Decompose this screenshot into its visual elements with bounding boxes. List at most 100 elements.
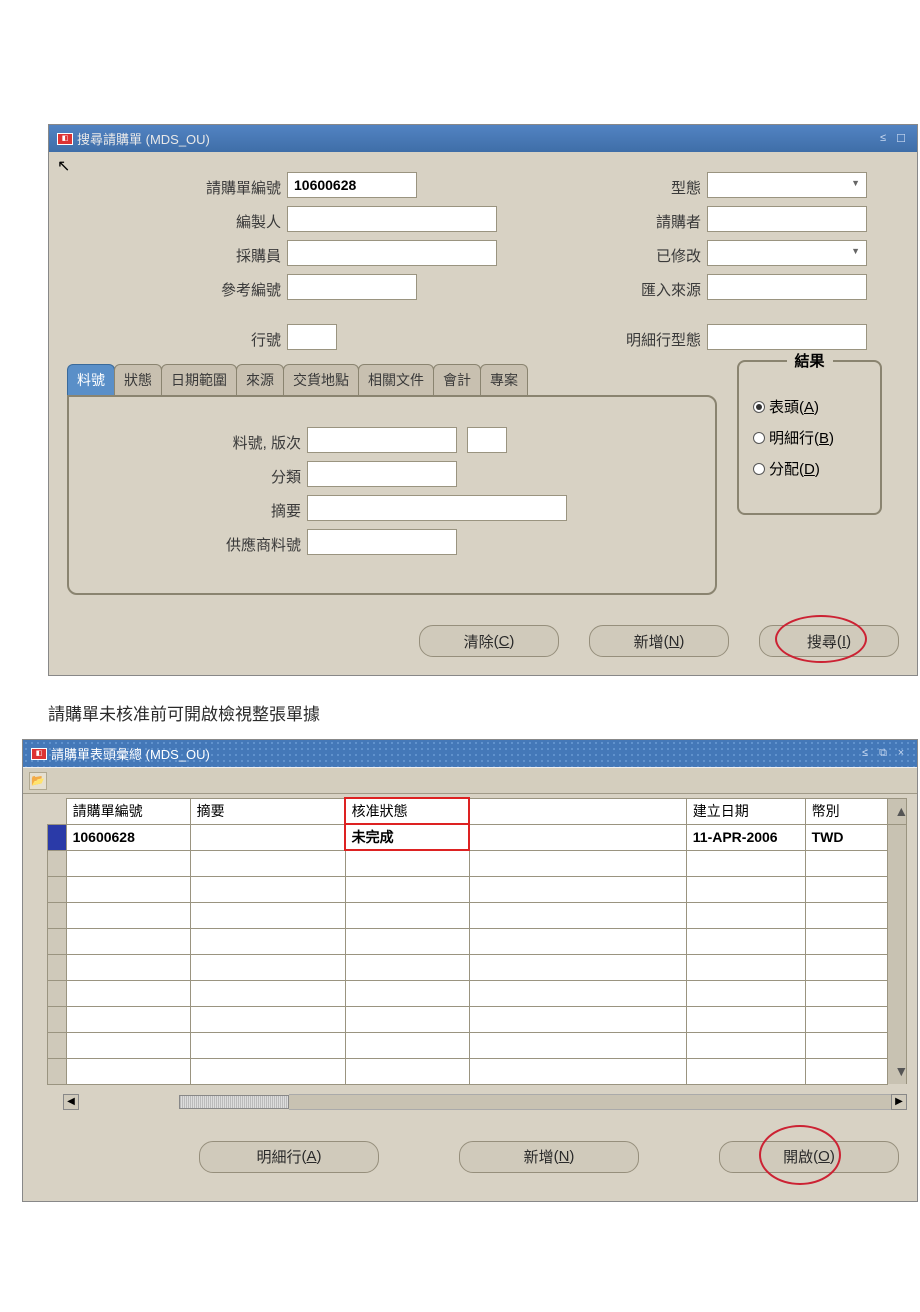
line-type-input[interactable]	[707, 324, 867, 350]
line-number-input[interactable]	[287, 324, 337, 350]
col-desc[interactable]: 摘要	[190, 798, 345, 824]
cell-reqNo[interactable]	[66, 1006, 190, 1032]
vscroll-track[interactable]	[888, 850, 907, 876]
cell-approvalStatus[interactable]	[345, 928, 469, 954]
col-blank[interactable]	[469, 798, 686, 824]
cell-createdDate[interactable]: 11-APR-2006	[686, 824, 805, 850]
minimize-icon[interactable]: ≤	[875, 132, 891, 146]
lines-button[interactable]: 明細行(A)	[199, 1141, 379, 1173]
table-row[interactable]	[48, 1006, 907, 1032]
table-row[interactable]: ▼	[48, 1058, 907, 1084]
col-currency[interactable]: 幣別	[805, 798, 888, 824]
cell-approvalStatus[interactable]	[345, 1032, 469, 1058]
tab-0[interactable]: 料號	[67, 364, 115, 395]
cell-currency[interactable]	[805, 980, 888, 1006]
tab-6[interactable]: 會計	[433, 364, 481, 395]
cell-currency[interactable]	[805, 902, 888, 928]
cell-desc[interactable]	[190, 1032, 345, 1058]
vscroll-track[interactable]	[888, 928, 907, 954]
col-approval-status[interactable]: 核准狀態	[345, 798, 469, 824]
cell-blank[interactable]	[469, 850, 686, 876]
cell-blank[interactable]	[469, 902, 686, 928]
new-button[interactable]: 新增(N)	[589, 625, 729, 657]
table-row[interactable]	[48, 1032, 907, 1058]
cell-desc[interactable]	[190, 824, 345, 850]
vscroll-track[interactable]	[888, 1006, 907, 1032]
tab-1[interactable]: 狀態	[114, 364, 162, 395]
cell-currency[interactable]	[805, 850, 888, 876]
table-row[interactable]	[48, 928, 907, 954]
cell-reqNo[interactable]	[66, 902, 190, 928]
cell-reqNo[interactable]	[66, 1058, 190, 1084]
cell-createdDate[interactable]	[686, 954, 805, 980]
category-input[interactable]	[307, 461, 457, 487]
vscroll-track[interactable]	[888, 824, 907, 850]
cell-blank[interactable]	[469, 928, 686, 954]
cell-currency[interactable]	[805, 876, 888, 902]
cell-desc[interactable]	[190, 1058, 345, 1084]
scroll-track[interactable]	[289, 1094, 891, 1110]
cell-desc[interactable]	[190, 876, 345, 902]
cell-approvalStatus[interactable]: 未完成	[345, 824, 469, 850]
cell-approvalStatus[interactable]	[345, 954, 469, 980]
cell-blank[interactable]	[469, 980, 686, 1006]
row-handle[interactable]	[48, 824, 67, 850]
cell-approvalStatus[interactable]	[345, 876, 469, 902]
modified-select[interactable]	[707, 240, 867, 266]
cell-desc[interactable]	[190, 902, 345, 928]
import-source-input[interactable]	[707, 274, 867, 300]
cell-createdDate[interactable]	[686, 876, 805, 902]
col-req-no[interactable]: 請購單編號	[66, 798, 190, 824]
cell-reqNo[interactable]	[66, 1032, 190, 1058]
col-created-date[interactable]: 建立日期	[686, 798, 805, 824]
cell-createdDate[interactable]	[686, 928, 805, 954]
clear-button[interactable]: 清除(C)	[419, 625, 559, 657]
cell-reqNo[interactable]	[66, 928, 190, 954]
tab-4[interactable]: 交貨地點	[283, 364, 359, 395]
rev-input[interactable]	[467, 427, 507, 453]
table-row[interactable]	[48, 876, 907, 902]
vscroll-track[interactable]	[888, 902, 907, 928]
cell-createdDate[interactable]	[686, 850, 805, 876]
type-select[interactable]	[707, 172, 867, 198]
tab-2[interactable]: 日期範圍	[161, 364, 237, 395]
vscroll-track[interactable]	[888, 980, 907, 1006]
supplier-item-input[interactable]	[307, 529, 457, 555]
cell-currency[interactable]	[805, 954, 888, 980]
cell-desc[interactable]	[190, 1006, 345, 1032]
cell-blank[interactable]	[469, 824, 686, 850]
cell-currency[interactable]	[805, 1058, 888, 1084]
search-button[interactable]: 搜尋(I)	[759, 625, 899, 657]
cell-approvalStatus[interactable]	[345, 980, 469, 1006]
vscroll-track[interactable]	[888, 954, 907, 980]
cell-desc[interactable]	[190, 954, 345, 980]
cell-currency[interactable]: TWD	[805, 824, 888, 850]
cell-createdDate[interactable]	[686, 980, 805, 1006]
requester-input[interactable]	[707, 206, 867, 232]
cell-blank[interactable]	[469, 1032, 686, 1058]
scroll-right-icon[interactable]: ▶	[891, 1094, 907, 1110]
result-option-2[interactable]: 分配(D)	[753, 458, 862, 479]
cell-currency[interactable]	[805, 1032, 888, 1058]
cell-reqNo[interactable]	[66, 850, 190, 876]
row-handle[interactable]	[48, 954, 67, 980]
cell-blank[interactable]	[469, 954, 686, 980]
description-input[interactable]	[307, 495, 567, 521]
table-row[interactable]	[48, 850, 907, 876]
horizontal-scrollbar[interactable]: ◀ ▶	[63, 1093, 907, 1111]
cell-blank[interactable]	[469, 876, 686, 902]
cell-approvalStatus[interactable]	[345, 902, 469, 928]
table-row[interactable]: 10600628 未完成 11-APR-2006TWD	[48, 824, 907, 850]
restore-icon[interactable]: ⧉	[875, 747, 891, 761]
result-option-0[interactable]: 表頭(A)	[753, 396, 862, 417]
result-option-1[interactable]: 明細行(B)	[753, 427, 862, 448]
table-row[interactable]	[48, 902, 907, 928]
vscroll-track[interactable]	[888, 1032, 907, 1058]
cell-reqNo[interactable]: 10600628	[66, 824, 190, 850]
cell-reqNo[interactable]	[66, 980, 190, 1006]
tab-5[interactable]: 相關文件	[358, 364, 434, 395]
cell-approvalStatus[interactable]	[345, 1006, 469, 1032]
req-number-input[interactable]	[287, 172, 417, 198]
cell-createdDate[interactable]	[686, 1032, 805, 1058]
cell-createdDate[interactable]	[686, 1058, 805, 1084]
